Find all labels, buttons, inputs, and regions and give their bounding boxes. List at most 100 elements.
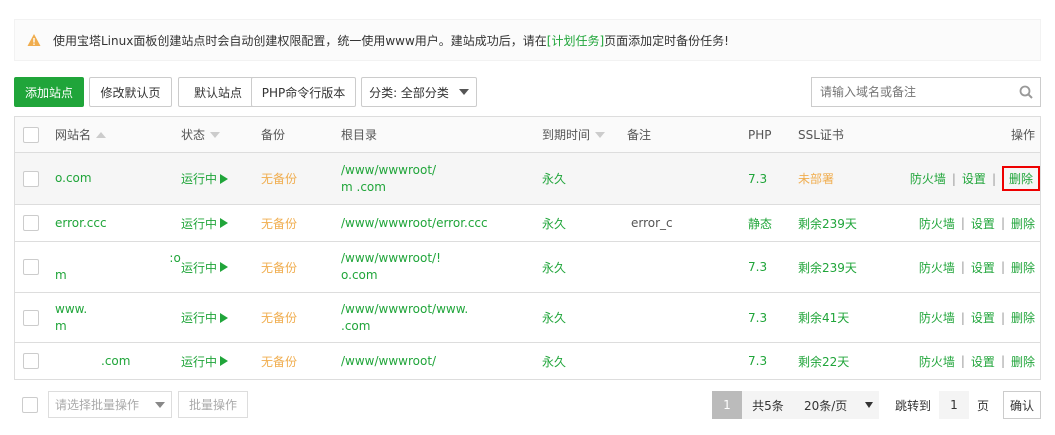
header-ops: 操作	[1010, 128, 1035, 142]
page-unit-label: 页	[976, 398, 989, 413]
search-icon[interactable]	[1012, 78, 1040, 106]
site-name-link[interactable]: .com	[101, 343, 130, 379]
play-icon	[220, 356, 229, 366]
row-ops: 防火墙 | 设置 | 删除	[918, 259, 1035, 276]
root-dir-link[interactable]: /www/wwwroot/! o.com	[341, 242, 441, 292]
category-select[interactable]: 分类: 全部分类	[361, 77, 477, 107]
jump-to-label: 跳转到	[894, 398, 931, 413]
ssl-status-link[interactable]: 未部署	[798, 153, 834, 204]
backup-link[interactable]: 无备份	[261, 343, 297, 379]
site-name-link[interactable]: o.com	[55, 153, 92, 204]
play-icon	[220, 262, 229, 272]
notice-text: 使用宝塔Linux面板创建站点时会自动创建权限配置，统一使用www用户。建站成功…	[53, 33, 729, 48]
play-icon	[220, 173, 229, 184]
row-ops: 防火墙 | 设置 | 删除	[918, 309, 1035, 326]
status-toggle[interactable]: 运行中	[181, 242, 229, 292]
php-version-link[interactable]: 7.3	[748, 343, 767, 379]
settings-link[interactable]: 设置	[962, 170, 986, 187]
backup-link[interactable]: 无备份	[261, 205, 297, 241]
settings-link[interactable]: 设置	[971, 309, 995, 326]
php-version-link[interactable]: 7.3	[748, 293, 767, 342]
default-site-button[interactable]: 默认站点	[178, 77, 258, 107]
firewall-link[interactable]: 防火墙	[919, 259, 955, 276]
chevron-down-icon	[155, 401, 165, 408]
firewall-link[interactable]: 防火墙	[919, 353, 955, 370]
cron-task-link[interactable]: [计划任务]	[547, 34, 604, 48]
backup-link[interactable]: 无备份	[261, 293, 297, 342]
expire-link[interactable]: 永久	[542, 293, 566, 342]
firewall-link[interactable]: 防火墙	[919, 215, 955, 232]
header-php: PHP	[748, 127, 772, 142]
firewall-link[interactable]: 防火墙	[910, 170, 946, 187]
backup-link[interactable]: 无备份	[261, 153, 297, 204]
site-table: 网站名 状态 备份 根目录 到期时间 备注 PHP SSL证书 操作 o.com…	[14, 116, 1041, 380]
delete-link[interactable]: 删除	[1011, 259, 1035, 276]
row-checkbox[interactable]	[23, 309, 39, 326]
ssl-status-link[interactable]: 剩余239天	[798, 205, 857, 241]
status-toggle[interactable]: 运行中	[181, 343, 229, 379]
search-input[interactable]	[812, 78, 1012, 106]
ssl-status-link[interactable]: 剩余22天	[798, 343, 849, 379]
select-all-checkbox[interactable]	[23, 126, 39, 143]
total-count: 共5条	[741, 391, 794, 419]
backup-link[interactable]: 无备份	[261, 242, 297, 292]
jump-confirm-button[interactable]: 确认	[1003, 391, 1041, 419]
php-version-link[interactable]: 7.3	[748, 242, 767, 292]
site-name-link[interactable]: error.ccc	[55, 205, 107, 241]
firewall-link[interactable]: 防火墙	[919, 309, 955, 326]
row-ops: 防火墙 | 设置 | 删除	[918, 215, 1035, 232]
delete-link[interactable]: 删除	[1011, 215, 1035, 232]
php-version-link[interactable]: 静态	[748, 205, 772, 241]
page-size-select[interactable]: 20条/页	[793, 391, 879, 419]
row-checkbox[interactable]	[23, 215, 39, 231]
sort-down-icon	[210, 131, 221, 138]
batch-operation-button[interactable]: 批量操作	[178, 391, 248, 418]
page-current[interactable]: 1	[711, 391, 742, 419]
root-dir-link[interactable]: /www/wwwroot/www. .com	[341, 293, 468, 342]
expire-link[interactable]: 永久	[542, 153, 566, 204]
settings-link[interactable]: 设置	[971, 353, 995, 370]
row-checkbox[interactable]	[23, 353, 39, 369]
expire-link[interactable]: 永久	[542, 205, 566, 241]
table-row: :o m 运行中 无备份 /www/wwwroot/! o.com 永久 7.3 剩…	[15, 241, 1040, 292]
status-toggle[interactable]: 运行中	[181, 293, 229, 342]
status-toggle[interactable]: 运行中	[181, 205, 229, 241]
row-checkbox[interactable]	[23, 259, 39, 275]
header-name[interactable]: 网站名	[55, 117, 107, 152]
header-remark: 备注	[627, 128, 652, 142]
status-toggle[interactable]: 运行中	[181, 153, 229, 204]
header-status[interactable]: 状态	[181, 117, 221, 152]
delete-link[interactable]: 删除	[1001, 166, 1040, 191]
root-dir-link[interactable]: /www/wwwroot/m .com	[341, 153, 436, 204]
root-dir-link[interactable]: /www/wwwroot/error.ccc	[341, 205, 488, 241]
row-checkbox[interactable]	[23, 170, 39, 187]
delete-link[interactable]: 删除	[1011, 353, 1035, 370]
delete-link[interactable]: 删除	[1011, 309, 1035, 326]
play-icon	[220, 312, 229, 323]
ssl-status-link[interactable]: 剩余239天	[798, 242, 857, 292]
php-cli-version-button[interactable]: PHP命令行版本	[251, 77, 356, 107]
table-row: o.com 运行中 无备份 /www/wwwroot/m .com 永久 7.3…	[15, 152, 1040, 204]
expire-link[interactable]: 永久	[542, 242, 566, 292]
notice-bar: 使用宝塔Linux面板创建站点时会自动创建权限配置，统一使用www用户。建站成功…	[14, 19, 1041, 61]
search-box	[811, 77, 1041, 107]
site-name-link[interactable]: :o m	[55, 242, 181, 292]
settings-link[interactable]: 设置	[971, 215, 995, 232]
batch-operation-select[interactable]: 请选择批量操作	[48, 391, 172, 418]
expire-link[interactable]: 永久	[542, 343, 566, 379]
ssl-status-link[interactable]: 剩余41天	[798, 293, 849, 342]
site-name-link[interactable]: www. m	[55, 293, 87, 342]
header-expire[interactable]: 到期时间	[542, 117, 606, 152]
footer-select-all-checkbox[interactable]	[22, 397, 38, 413]
row-ops: 防火墙 | 设置 | 删除	[900, 153, 1040, 204]
settings-link[interactable]: 设置	[971, 259, 995, 276]
chevron-down-icon	[458, 89, 469, 95]
php-version-link[interactable]: 7.3	[748, 153, 767, 204]
root-dir-link[interactable]: /www/wwwroot/	[341, 343, 436, 379]
remark-field[interactable]: error_c	[631, 205, 673, 241]
sort-down-icon	[595, 131, 606, 138]
sort-up-icon	[96, 131, 107, 138]
jump-page-input[interactable]: 1	[938, 391, 969, 419]
add-site-button[interactable]: 添加站点	[14, 77, 84, 107]
edit-default-page-button[interactable]: 修改默认页	[89, 77, 172, 107]
